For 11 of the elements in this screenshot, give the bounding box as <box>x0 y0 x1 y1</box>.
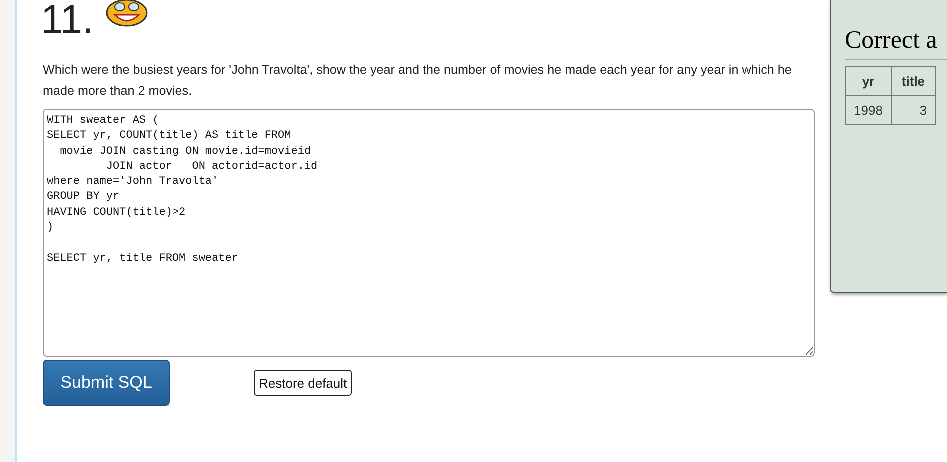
sql-editor[interactable]: WITH sweater AS ( SELECT yr, COUNT(title) AS title FROM movie JOIN casting ON movie.id=movieid JOIN actor ON actorid=actor.id where name='John Travolta' GROUP BY yr HAVING COUNT(title)>2 ) SELECT yr, title FROM sweater <box>43 109 815 357</box>
table-cell: 3 <box>891 96 936 124</box>
table-cell: 1998 <box>846 96 892 124</box>
submit-sql-button[interactable]: Submit SQL <box>43 360 170 406</box>
question-number: 11. <box>41 0 94 40</box>
column-header: title <box>891 66 936 96</box>
result-title: Correct a <box>845 27 947 60</box>
column-header: yr <box>846 66 892 96</box>
smiley-icon <box>106 0 148 27</box>
question-text: Which were the busiest years for 'John Travolta', show the year and the number of movies he made each year for any year in which he made more than 2 movies. <box>43 62 793 100</box>
restore-default-button[interactable]: Restore default <box>254 370 352 396</box>
